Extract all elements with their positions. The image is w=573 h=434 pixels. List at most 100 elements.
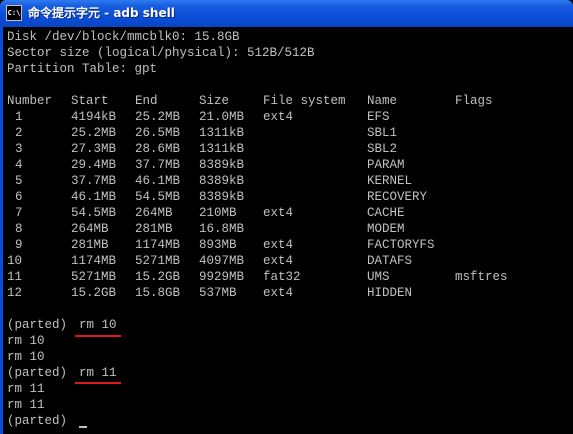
cell-number: 11: [7, 270, 23, 284]
cell-number: 6: [15, 190, 23, 204]
cell-start: 281MB: [71, 238, 109, 252]
prompt-line: (parted) rm 10: [7, 317, 117, 333]
cell-end: 15.8GB: [135, 286, 181, 300]
cell-number: 10: [7, 254, 23, 268]
prompt-line[interactable]: (parted): [7, 413, 67, 429]
table-row: 2 25.2MB 26.5MB 1311kB SBL1: [7, 125, 567, 141]
cell-size: 4097MB: [199, 254, 245, 268]
cell-start: 27.3MB: [71, 142, 117, 156]
table-row: 1 4194kB 25.2MB 21.0MB ext4 EFS: [7, 109, 567, 125]
output-line: rm 11: [7, 382, 45, 396]
cell-start: 25.2MB: [71, 126, 117, 140]
cell-name: RECOVERY: [367, 190, 428, 204]
table-row: 9 281MB 1174MB 893MB ext4 FACTORYFS: [7, 237, 567, 253]
cell-start: 37.7MB: [71, 174, 117, 188]
cell-name: SBL2: [367, 142, 398, 156]
cell-end: 54.5MB: [135, 190, 181, 204]
cell-file-system: fat32: [263, 270, 301, 284]
text-cursor: [79, 426, 87, 428]
console-output[interactable]: Disk /dev/block/mmcblk0: 15.8GB Sector s…: [0, 27, 573, 434]
cell-size: 8389kB: [199, 174, 245, 188]
cell-file-system: ext4: [263, 110, 294, 124]
cell-size: 1311kB: [199, 142, 245, 156]
header-file-system: File system: [263, 94, 346, 108]
table-header: Number Start End Size File system Name F…: [7, 93, 567, 109]
table-row: 3 27.3MB 28.6MB 1311kB SBL2: [7, 141, 567, 157]
cell-name: CACHE: [367, 206, 405, 220]
cell-number: 5: [15, 174, 23, 188]
header-flags: Flags: [455, 94, 493, 108]
cell-size: 210MB: [199, 206, 237, 220]
cell-name: KERNEL: [367, 174, 413, 188]
cmd-icon[interactable]: C:\: [6, 5, 22, 21]
annotation-underline: [75, 382, 121, 384]
command-rm-10: rm 10: [79, 318, 117, 332]
table-row: 6 46.1MB 54.5MB 8389kB RECOVERY: [7, 189, 567, 205]
table-row: 5 37.7MB 46.1MB 8389kB KERNEL: [7, 173, 567, 189]
cell-size: 8389kB: [199, 190, 245, 204]
cell-file-system: ext4: [263, 286, 294, 300]
cell-start: 1174MB: [71, 254, 117, 268]
cell-number: 12: [7, 286, 23, 300]
cell-start: 15.2GB: [71, 286, 117, 300]
cell-start: 5271MB: [71, 270, 117, 284]
cell-name: EFS: [367, 110, 390, 124]
cell-number: 2: [15, 126, 23, 140]
parted-prompt: (parted): [7, 366, 68, 380]
cell-name: SBL1: [367, 126, 398, 140]
cell-name: PARAM: [367, 158, 405, 172]
console-window: C:\ 命令提示字元 - adb shell Disk /dev/block/m…: [0, 0, 573, 434]
cell-start: 54.5MB: [71, 206, 117, 220]
table-row: 10 1174MB 5271MB 4097MB ext4 DATAFS: [7, 253, 567, 269]
cell-file-system: ext4: [263, 254, 294, 268]
header-name: Name: [367, 94, 398, 108]
parted-prompt: (parted): [7, 414, 68, 428]
header-end: End: [135, 94, 158, 108]
parted-prompt: (parted): [7, 318, 68, 332]
header-number: Number: [7, 94, 53, 108]
disk-line: Disk /dev/block/mmcblk0: 15.8GB: [7, 30, 240, 44]
cell-start: 4194kB: [71, 110, 117, 124]
cell-number: 1: [15, 110, 23, 124]
cell-name: MODEM: [367, 222, 405, 236]
table-row: 11 5271MB 15.2GB 9929MB fat32 UMS msftre…: [7, 269, 567, 285]
cell-number: 8: [15, 222, 23, 236]
command-rm-11: rm 11: [79, 366, 117, 380]
partition-table-line: Partition Table: gpt: [7, 62, 158, 76]
output-line: rm 11: [7, 398, 45, 412]
cell-number: 3: [15, 142, 23, 156]
cell-start: 264MB: [71, 222, 109, 236]
header-start: Start: [71, 94, 109, 108]
cell-flags: msftres: [455, 270, 508, 284]
cell-end: 15.2GB: [135, 270, 181, 284]
cell-number: 9: [15, 238, 23, 252]
cell-name: DATAFS: [367, 254, 413, 268]
cell-number: 7: [15, 206, 23, 220]
cell-size: 21.0MB: [199, 110, 245, 124]
cell-size: 893MB: [199, 238, 237, 252]
output-line: rm 10: [7, 334, 45, 348]
title-bar[interactable]: C:\ 命令提示字元 - adb shell: [0, 0, 573, 27]
cell-end: 1174MB: [135, 238, 181, 252]
cell-file-system: ext4: [263, 238, 294, 252]
cell-end: 281MB: [135, 222, 173, 236]
cell-number: 4: [15, 158, 23, 172]
window-title: 命令提示字元 - adb shell: [28, 6, 175, 20]
cell-end: 46.1MB: [135, 174, 181, 188]
table-row: 4 29.4MB 37.7MB 8389kB PARAM: [7, 157, 567, 173]
cell-end: 37.7MB: [135, 158, 181, 172]
table-row: 12 15.2GB 15.8GB 537MB ext4 HIDDEN: [7, 285, 567, 301]
cell-start: 29.4MB: [71, 158, 117, 172]
header-size: Size: [199, 94, 230, 108]
cell-end: 5271MB: [135, 254, 181, 268]
annotation-underline: [75, 335, 121, 337]
cell-size: 1311kB: [199, 126, 245, 140]
output-line: rm 10: [7, 350, 45, 364]
cell-file-system: ext4: [263, 206, 294, 220]
cell-size: 8389kB: [199, 158, 245, 172]
prompt-line: (parted) rm 11: [7, 365, 117, 381]
cell-end: 28.6MB: [135, 142, 181, 156]
cell-size: 9929MB: [199, 270, 245, 284]
cell-start: 46.1MB: [71, 190, 117, 204]
cell-name: FACTORYFS: [367, 238, 435, 252]
